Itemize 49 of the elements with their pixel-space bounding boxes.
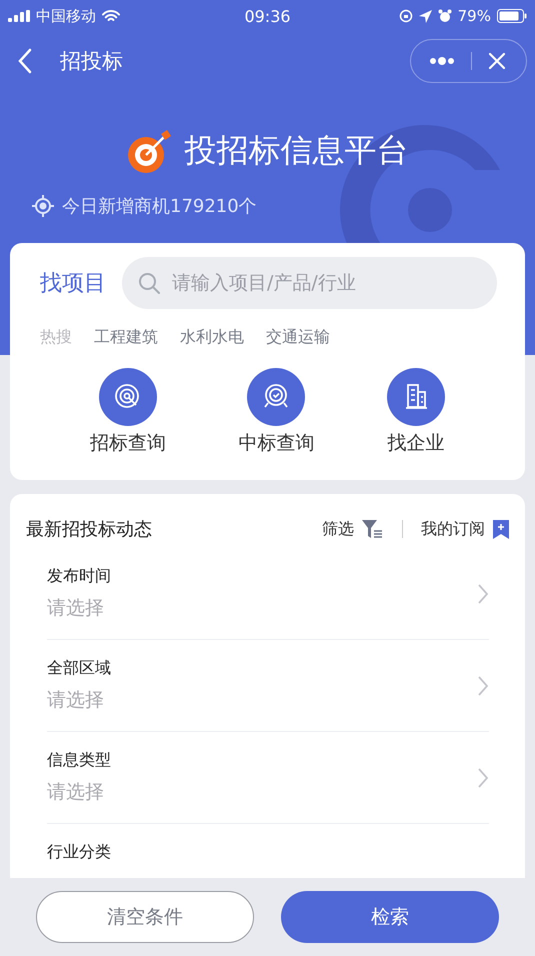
filter-row[interactable]: 信息类型 请选择 [47,732,489,824]
building-icon[interactable] [386,368,445,426]
location-icon [418,10,432,22]
chevron-right-icon [477,674,489,696]
back-icon[interactable] [18,48,32,74]
subscription-link[interactable]: 我的订阅 [421,518,485,540]
find-project-label: 找项目 [40,270,106,298]
target-icon [126,128,172,174]
shortcut-label[interactable]: 找企业 [387,430,444,456]
signal-icon [8,10,30,22]
filter-label: 信息类型 [47,750,111,771]
feed-title: 最新招投标动态 [26,518,153,541]
bookmark-plus-icon[interactable] [493,520,509,538]
filter-row[interactable]: 行业分类 [47,824,489,871]
badge-check-icon[interactable] [247,368,306,426]
hot-search-label: 热搜 [40,327,72,348]
filter-label: 发布时间 [47,566,111,587]
filter-link[interactable]: 筛选 [322,518,354,540]
chevron-right-icon [477,582,489,604]
filter-icon[interactable] [362,519,384,539]
filter-label: 全部区域 [47,658,111,679]
status-time: 09:36 [244,6,291,26]
new-opportunities-text: 今日新增商机179210个 [62,195,257,218]
filter-value: 请选择 [47,596,105,621]
shortcut-label[interactable]: 中标查询 [238,430,314,456]
hot-search-tag[interactable]: 交通运输 [266,327,330,348]
chevron-right-icon [477,766,489,788]
close-icon[interactable] [488,52,506,70]
filter-value: 请选择 [47,780,105,805]
platform-title: 投招标信息平台 [184,130,408,171]
battery-percent: 79% [458,7,491,25]
carrier-name: 中国移动 [36,6,96,26]
search-field[interactable]: 请输入项目/产品/行业 [122,257,497,309]
clear-button[interactable]: 清空条件 [36,891,254,943]
wifi-icon [102,10,120,22]
rotation-lock-icon [398,9,413,23]
page-title: 招投标 [60,48,124,75]
more-icon[interactable] [429,57,455,65]
target-search-icon[interactable] [99,368,158,426]
battery-icon [496,9,527,23]
crosshair-icon [32,195,54,217]
filter-label: 行业分类 [47,842,111,863]
filter-row[interactable]: 发布时间 请选择 [47,548,489,640]
hot-search-tag[interactable]: 水利水电 [180,327,244,348]
filter-row[interactable]: 全部区域 请选择 [47,640,489,732]
filter-value: 请选择 [47,688,105,713]
hot-search-tag[interactable]: 工程建筑 [94,327,158,348]
shortcut-label[interactable]: 招标查询 [90,430,166,456]
search-button[interactable]: 检索 [281,891,499,943]
